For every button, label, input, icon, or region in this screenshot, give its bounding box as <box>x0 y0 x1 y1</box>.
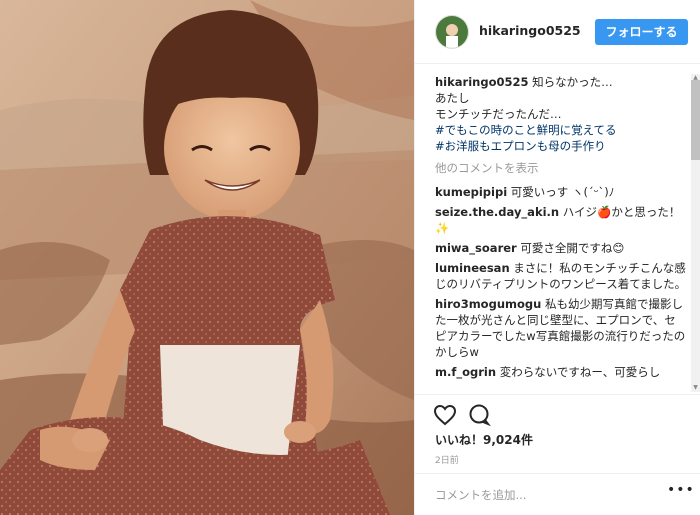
comment-text: 可愛さ全開ですね😊 <box>520 241 625 255</box>
post-actions: いいね！9,024件 2日前 コメントを追加... ••• <box>415 394 700 515</box>
comment-item: kumepipipi 可愛いっす ヽ(ˊᵕˋ)ﾉ <box>435 184 687 200</box>
follow-button[interactable]: フォローする <box>595 19 688 45</box>
scroll-up-arrow-icon[interactable]: ▲ <box>691 74 700 82</box>
avatar-image <box>436 16 468 48</box>
heart-icon[interactable] <box>433 403 457 427</box>
comment-username[interactable]: m.f_ogrin <box>435 365 496 379</box>
post-photo[interactable] <box>0 0 414 515</box>
comment-scrollbar-thumb[interactable] <box>691 80 700 160</box>
comment-item: m.f_ogrin 変わらないですねー、可愛らし <box>435 364 687 380</box>
hashtag-link[interactable]: #でもこの時のこと鮮明に覚えてる <box>435 122 687 138</box>
post-side-panel: hikaringo0525 フォローする hikaringo0525 知らなかっ… <box>414 0 700 515</box>
comment-text: 可愛いっす ヽ(ˊᵕˋ)ﾉ <box>510 185 615 199</box>
caption-line: あたし <box>435 91 470 105</box>
comment-item: seize.the.day_aki.n ハイジ🍎かと思った！✨ <box>435 204 687 236</box>
comment-list: hikaringo0525 知らなかった… あたし モンチッチだったんだ… #で… <box>435 74 687 392</box>
scroll-down-arrow-icon[interactable]: ▼ <box>691 384 700 392</box>
hashtag-link[interactable]: #お洋服もエプロンも母の手作り <box>435 138 687 154</box>
caption-line: 知らなかった… <box>532 75 613 89</box>
comment-text: 変わらないですねー、可愛らし <box>499 365 661 379</box>
comment-username[interactable]: miwa_soarer <box>435 241 517 255</box>
instagram-post-view: hikaringo0525 フォローする hikaringo0525 知らなかっ… <box>0 0 700 515</box>
comment-item: miwa_soarer 可愛さ全開ですね😊 <box>435 240 687 256</box>
caption: hikaringo0525 知らなかった… あたし モンチッチだったんだ… #で… <box>435 74 687 154</box>
comment-username[interactable]: seize.the.day_aki.n <box>435 205 559 219</box>
more-options-icon[interactable]: ••• <box>667 482 695 498</box>
avatar[interactable] <box>435 15 469 49</box>
caption-username[interactable]: hikaringo0525 <box>435 75 528 89</box>
caption-line: モンチッチだったんだ… <box>435 107 562 121</box>
post-photo-image <box>0 0 414 515</box>
comment-item: lumineesan まさに！私のモンチッチこんな感じのリバティプリントのワンピ… <box>435 260 687 292</box>
comment-bubble-icon[interactable] <box>467 403 491 427</box>
add-comment-input[interactable]: コメントを追加... <box>435 487 526 503</box>
like-count[interactable]: いいね！9,024件 <box>435 431 533 448</box>
comment-username[interactable]: hiro3mogumogu <box>435 297 541 311</box>
comment-username[interactable]: lumineesan <box>435 261 510 275</box>
comment-item: hiro3mogumogu 私も幼少期写真館で撮影した一枚が光さんと同じ壁型に、… <box>435 296 687 360</box>
header-username[interactable]: hikaringo0525 <box>479 23 581 38</box>
load-more-comments[interactable]: 他のコメントを表示 <box>435 160 687 176</box>
comment-username[interactable]: kumepipipi <box>435 185 507 199</box>
post-header: hikaringo0525 フォローする <box>415 0 700 64</box>
add-comment-bar: コメントを追加... ••• <box>415 473 700 515</box>
timestamp[interactable]: 2日前 <box>435 453 459 466</box>
